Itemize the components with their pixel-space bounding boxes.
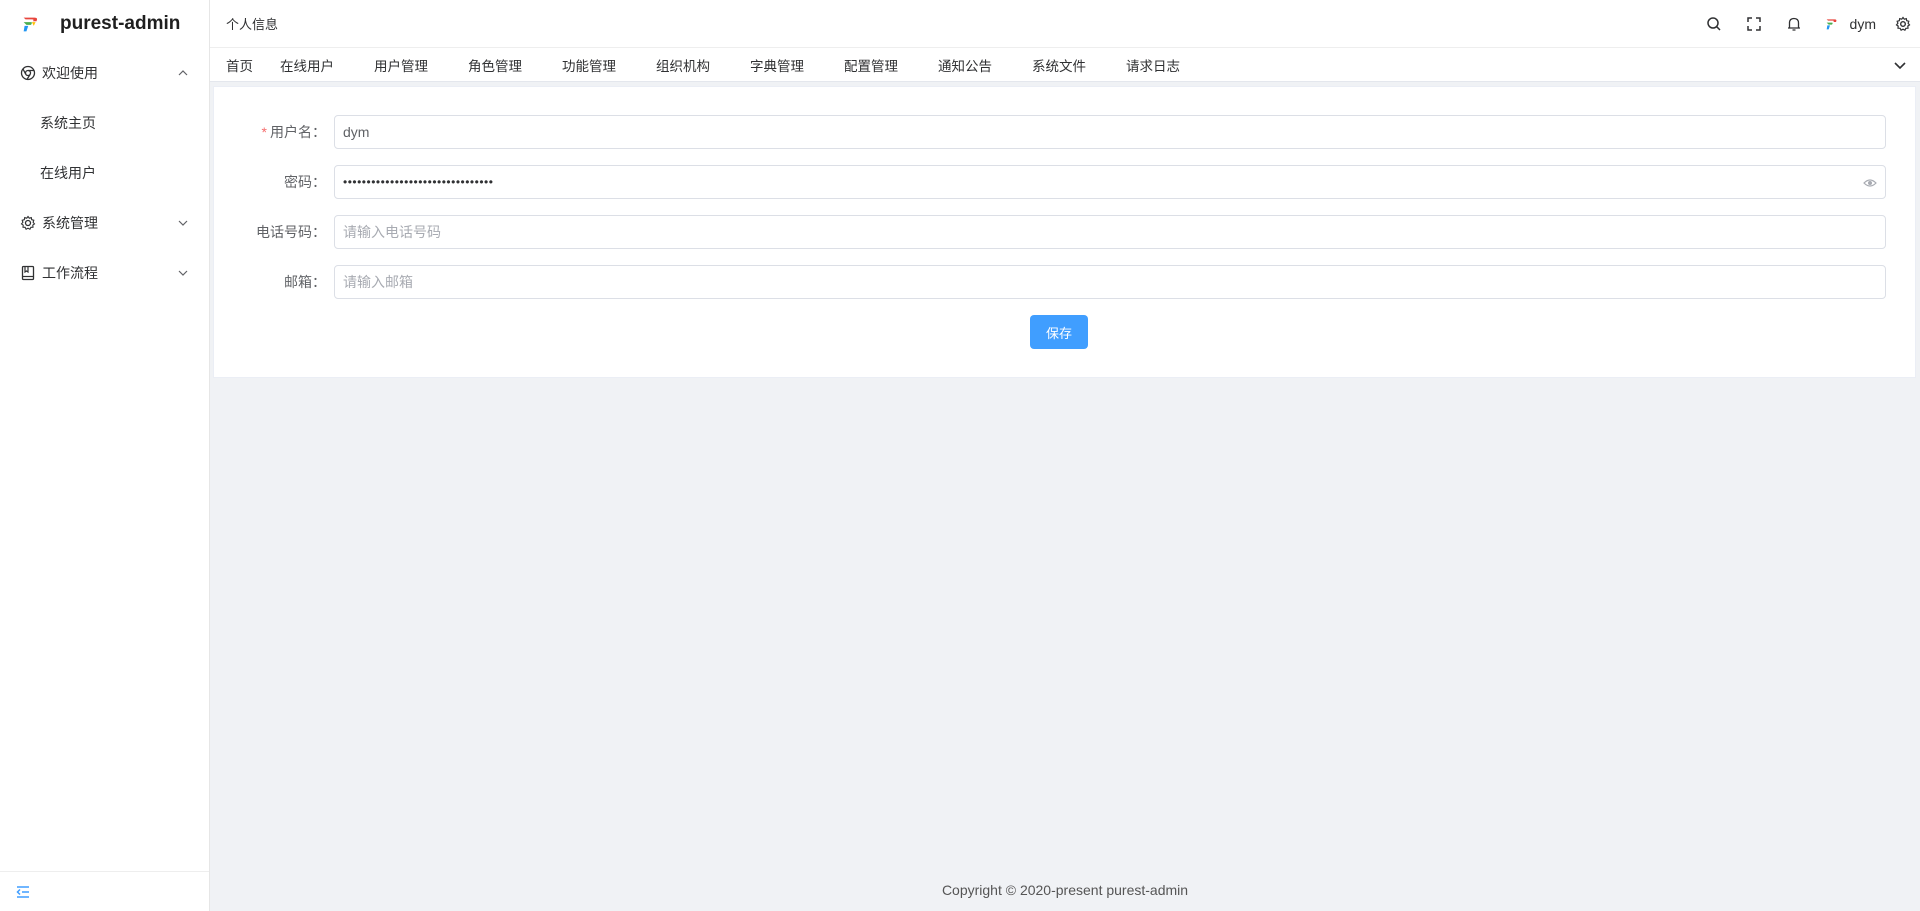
header-actions: dym [1694, 0, 1920, 48]
phone-field[interactable] [334, 215, 1886, 249]
settings-button[interactable] [1886, 0, 1920, 48]
password-row: 密码： •••••••••••••••••••••••••••••••• [214, 165, 1886, 199]
fullscreen-icon [1746, 16, 1761, 31]
tab-home[interactable]: 首页 [226, 55, 253, 75]
tab-config[interactable]: 配置管理 [844, 55, 898, 75]
phone-row: 电话号码： [214, 215, 1886, 249]
sidebar: purest-admin 欢迎使用 系统主页 在线用户 系统管理 工作流程 [0, 0, 210, 911]
username-input[interactable] [343, 124, 1885, 140]
menu-fold-icon [16, 885, 29, 898]
chevron-down-icon [178, 220, 188, 226]
password-field[interactable]: •••••••••••••••••••••••••••••••• [334, 165, 1886, 199]
sidebar-item-home[interactable]: 系统主页 [0, 98, 209, 148]
phone-label: 电话号码： [256, 224, 326, 240]
gear-icon [1895, 16, 1911, 31]
sidebar-item-online-users[interactable]: 在线用户 [0, 148, 209, 198]
chevron-up-icon [178, 70, 188, 76]
email-field[interactable] [334, 265, 1886, 299]
sidebar-group-label: 欢迎使用 [42, 65, 98, 81]
sidebar-group-label: 系统管理 [42, 215, 98, 231]
search-icon [1706, 16, 1721, 31]
user-menu[interactable]: dym [1814, 0, 1886, 48]
username-row: * 用户名： [214, 115, 1886, 149]
avatar [1826, 18, 1836, 29]
tab-system-files[interactable]: 系统文件 [1032, 55, 1086, 75]
tab-request-logs[interactable]: 请求日志 [1126, 55, 1180, 75]
notification-button[interactable] [1774, 0, 1814, 48]
required-mark: * [261, 124, 267, 140]
footer-copyright: Copyright © 2020-present purest-admin [941, 882, 1189, 898]
gear-icon [20, 215, 36, 231]
tab-user-management[interactable]: 用户管理 [374, 55, 428, 75]
top-header: 个人信息 dym [210, 0, 1920, 48]
tabs-bar: 首页 在线用户 用户管理 角色管理 功能管理 组织机构 字典管理 配置管理 通知… [210, 48, 1920, 82]
sidebar-group-system[interactable]: 系统管理 [0, 198, 209, 248]
tab-dictionary[interactable]: 字典管理 [750, 55, 804, 75]
app-title: purest-admin [60, 13, 181, 34]
search-button[interactable] [1694, 0, 1734, 48]
username-label: * 用户名： [261, 124, 326, 140]
bell-icon [1787, 17, 1800, 31]
tab-online-users[interactable]: 在线用户 [280, 55, 334, 75]
book-icon [20, 265, 36, 281]
collapse-sidebar-button[interactable] [0, 871, 209, 911]
tab-notices[interactable]: 通知公告 [938, 55, 992, 75]
chrome-icon [20, 65, 36, 81]
password-value: •••••••••••••••••••••••••••••••• [343, 175, 494, 189]
breadcrumb[interactable]: 个人信息 [226, 14, 1694, 33]
save-button[interactable]: 保存 [1030, 315, 1088, 349]
sidebar-group-label: 工作流程 [42, 265, 98, 281]
password-label: 密码： [284, 174, 326, 190]
tab-function-management[interactable]: 功能管理 [562, 55, 616, 75]
sidebar-group-welcome[interactable]: 欢迎使用 [0, 48, 209, 98]
profile-form-card: *用户名： 密码： ••••••••••••••••••••••••••••••… [213, 86, 1916, 378]
username-field[interactable] [334, 115, 1886, 149]
phone-input[interactable] [343, 224, 1885, 240]
logo-icon [23, 17, 38, 32]
fullscreen-button[interactable] [1734, 0, 1774, 48]
chevron-down-icon [178, 270, 188, 276]
email-input[interactable] [343, 274, 1885, 290]
email-row: 邮箱： [214, 265, 1886, 299]
logo[interactable]: purest-admin [0, 0, 209, 48]
tab-organization[interactable]: 组织机构 [656, 55, 710, 75]
eye-icon[interactable] [1863, 176, 1877, 190]
email-label: 邮箱： [284, 274, 326, 290]
tab-role-management[interactable]: 角色管理 [468, 55, 522, 75]
sidebar-group-workflow[interactable]: 工作流程 [0, 248, 209, 298]
username: dym [1849, 15, 1876, 32]
chevron-down-icon[interactable] [1892, 57, 1908, 73]
